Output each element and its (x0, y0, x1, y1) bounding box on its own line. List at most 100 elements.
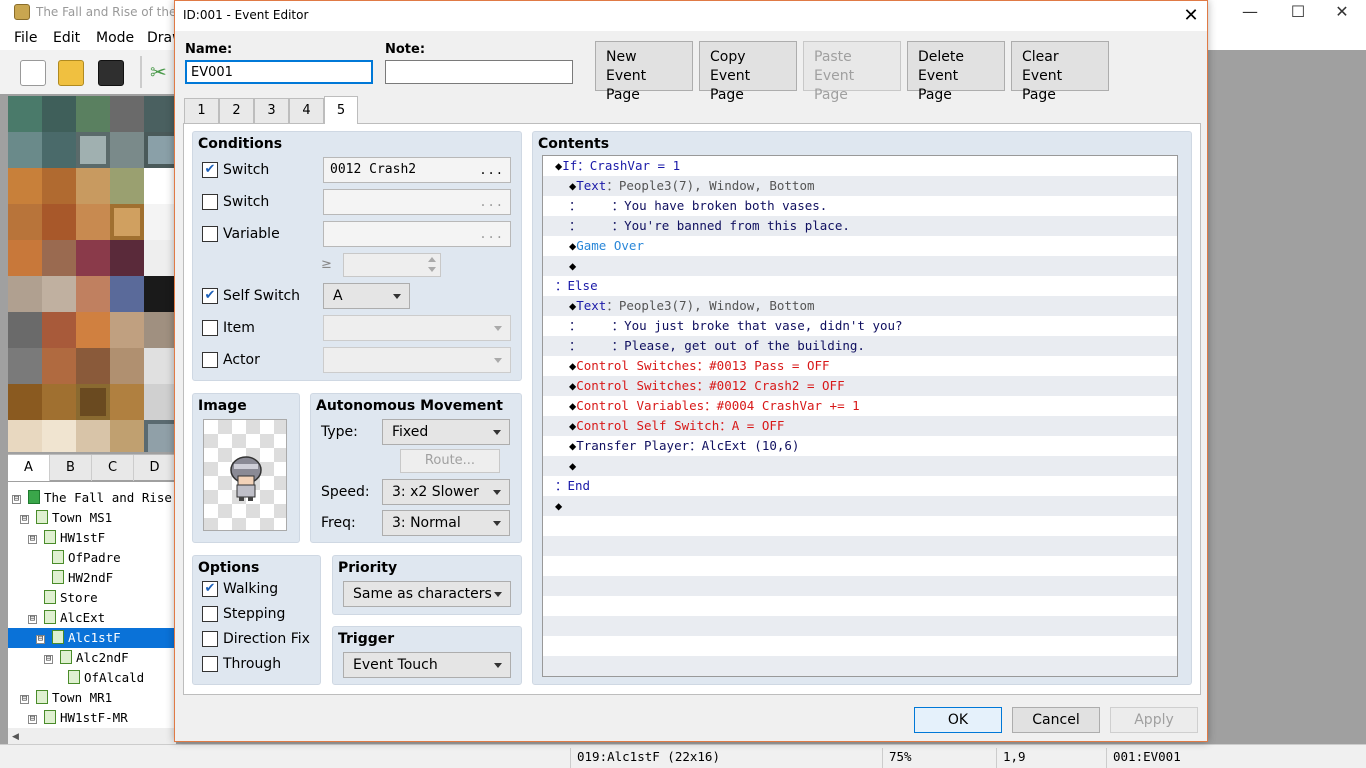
tree-expander-icon[interactable]: ⊟ (28, 715, 37, 724)
page-tab-1[interactable]: 1 (184, 98, 219, 124)
tileset-tab-b[interactable]: B (50, 455, 92, 481)
page-tab-3[interactable]: 3 (254, 98, 289, 124)
event-command-line[interactable] (543, 536, 1177, 556)
window-close-icon[interactable]: ✕ (1322, 2, 1362, 22)
event-command-line[interactable]: ◆Control Variables：#0004 CrashVar += 1 (543, 396, 1177, 416)
switch2-checkbox[interactable] (202, 194, 218, 210)
variable-value-spinner[interactable] (343, 253, 441, 277)
switch2-selector[interactable]: ... (323, 189, 511, 215)
clear-event-page-button[interactable]: Clear Event Page (1011, 41, 1109, 103)
tileset-palette[interactable] (8, 96, 176, 452)
variable-selector[interactable]: ... (323, 221, 511, 247)
event-command-line[interactable] (543, 596, 1177, 616)
tree-expander-icon[interactable]: ⊟ (20, 695, 29, 704)
actor-select[interactable] (323, 347, 511, 373)
event-command-line[interactable]: ◆Control Switches：#0013 Pass = OFF (543, 356, 1177, 376)
event-command-line[interactable]: ◆ (543, 456, 1177, 476)
minimize-icon[interactable]: — (1230, 2, 1270, 22)
event-command-line[interactable]: ： ：You just broke that vase, didn't you? (543, 316, 1177, 336)
event-command-line[interactable]: ◆Control Switches：#0012 Crash2 = OFF (543, 376, 1177, 396)
route-button[interactable]: Route... (400, 449, 500, 473)
spin-down-icon[interactable] (428, 267, 436, 272)
event-command-line[interactable]: ：End (543, 476, 1177, 496)
event-command-line[interactable] (543, 616, 1177, 636)
movement-type-select[interactable]: Fixed (382, 419, 510, 445)
note-field[interactable] (385, 60, 573, 84)
event-command-line[interactable]: ◆Game Over (543, 236, 1177, 256)
apply-button[interactable]: Apply (1110, 707, 1198, 733)
tree-expander-icon[interactable]: ⊟ (28, 535, 37, 544)
map-tree-item[interactable]: ⊟ AlcExt (8, 608, 176, 628)
self-switch-select[interactable]: A (323, 283, 410, 309)
spin-up-icon[interactable] (428, 257, 436, 262)
page-tab-4[interactable]: 4 (289, 98, 324, 124)
switch1-checkbox[interactable]: ✔ (202, 162, 218, 178)
open-project-icon[interactable] (58, 60, 84, 86)
map-tree-item[interactable]: OfAlcald (8, 668, 176, 688)
page-tab-5[interactable]: 5 (324, 96, 358, 124)
trigger-select[interactable]: Event Touch (343, 652, 511, 678)
map-tree-item[interactable]: ⊟ Alc2ndF (8, 648, 176, 668)
tree-expander-icon[interactable]: ⊟ (20, 515, 29, 524)
switch2-browse[interactable]: ... (479, 190, 504, 214)
event-command-line[interactable]: ◆ (543, 496, 1177, 516)
map-tree-item[interactable]: ⊟ HW1stF (8, 528, 176, 548)
map-tree-item[interactable]: ⊟ Alc1stF (8, 628, 176, 648)
tileset-tab-a[interactable]: A (8, 455, 50, 481)
item-checkbox[interactable] (202, 320, 218, 336)
event-command-line[interactable]: ◆Transfer Player：AlcExt (10,6) (543, 436, 1177, 456)
menu-mode[interactable]: Mode (96, 30, 134, 46)
paste-event-page-button[interactable]: Paste Event Page (803, 41, 901, 103)
copy-event-page-button[interactable]: Copy Event Page (699, 41, 797, 103)
event-command-line[interactable]: ◆Control Self Switch：A = OFF (543, 416, 1177, 436)
map-tree-item[interactable]: Store (8, 588, 176, 608)
page-tab-2[interactable]: 2 (219, 98, 254, 124)
event-command-line[interactable]: ◆If：CrashVar = 1 (543, 156, 1177, 176)
map-tree-item[interactable]: HW2ndF (8, 568, 176, 588)
switch1-selector[interactable]: 0012 Crash2... (323, 157, 511, 183)
through-checkbox[interactable] (202, 656, 218, 672)
map-tree-item[interactable]: ⊟ HW1stF-MR (8, 708, 176, 728)
tree-expander-icon[interactable]: ⊟ (36, 635, 45, 644)
map-tree-scrollbar[interactable]: ◀ (8, 728, 176, 744)
tree-expander-icon[interactable]: ⊟ (44, 655, 53, 664)
variable-checkbox[interactable] (202, 226, 218, 242)
event-command-line[interactable]: ： ：Please, get out of the building. (543, 336, 1177, 356)
event-command-line[interactable] (543, 556, 1177, 576)
ok-button[interactable]: OK (914, 707, 1002, 733)
map-tree-item[interactable]: ⊟ The Fall and Rise o (8, 488, 176, 508)
event-command-line[interactable] (543, 516, 1177, 536)
tileset-tab-d[interactable]: D (134, 455, 176, 481)
cancel-button[interactable]: Cancel (1012, 707, 1100, 733)
stepping-checkbox[interactable] (202, 606, 218, 622)
event-command-line[interactable]: ： ：You have broken both vases. (543, 196, 1177, 216)
menu-draw[interactable]: Draw (147, 30, 174, 46)
cut-icon[interactable]: ✂ (150, 60, 167, 84)
event-command-line[interactable]: ◆Text：People3(7), Window, Bottom (543, 296, 1177, 316)
event-command-line[interactable]: ：Else (543, 276, 1177, 296)
new-event-page-button[interactable]: New Event Page (595, 41, 693, 103)
event-command-line[interactable] (543, 636, 1177, 656)
event-commands-list[interactable]: ◆If：CrashVar = 1 ◆Text：People3(7), Window… (542, 155, 1178, 677)
switch1-browse[interactable]: ... (479, 158, 504, 182)
actor-checkbox[interactable] (202, 352, 218, 368)
map-tree-item[interactable]: ⊟ Town MR1 (8, 688, 176, 708)
tree-expander-icon[interactable]: ⊟ (28, 615, 37, 624)
save-project-icon[interactable] (98, 60, 124, 86)
menu-file[interactable]: File (14, 30, 37, 46)
event-command-line[interactable] (543, 656, 1177, 676)
map-tree-item[interactable]: ⊟ Town MS1 (8, 508, 176, 528)
delete-event-page-button[interactable]: Delete Event Page (907, 41, 1005, 103)
tileset-tab-c[interactable]: C (92, 455, 134, 481)
event-command-line[interactable]: ◆ (543, 256, 1177, 276)
name-field[interactable] (185, 60, 373, 84)
walking-checkbox[interactable]: ✔ (202, 581, 218, 597)
priority-select[interactable]: Same as characters (343, 581, 511, 607)
event-command-line[interactable]: ： ：You're banned from this place. (543, 216, 1177, 236)
item-select[interactable] (323, 315, 511, 341)
map-tree-item[interactable]: OfPadre (8, 548, 176, 568)
event-command-line[interactable] (543, 576, 1177, 596)
maximize-icon[interactable]: ☐ (1278, 2, 1318, 22)
freq-select[interactable]: 3: Normal (382, 510, 510, 536)
new-project-icon[interactable] (20, 60, 46, 86)
